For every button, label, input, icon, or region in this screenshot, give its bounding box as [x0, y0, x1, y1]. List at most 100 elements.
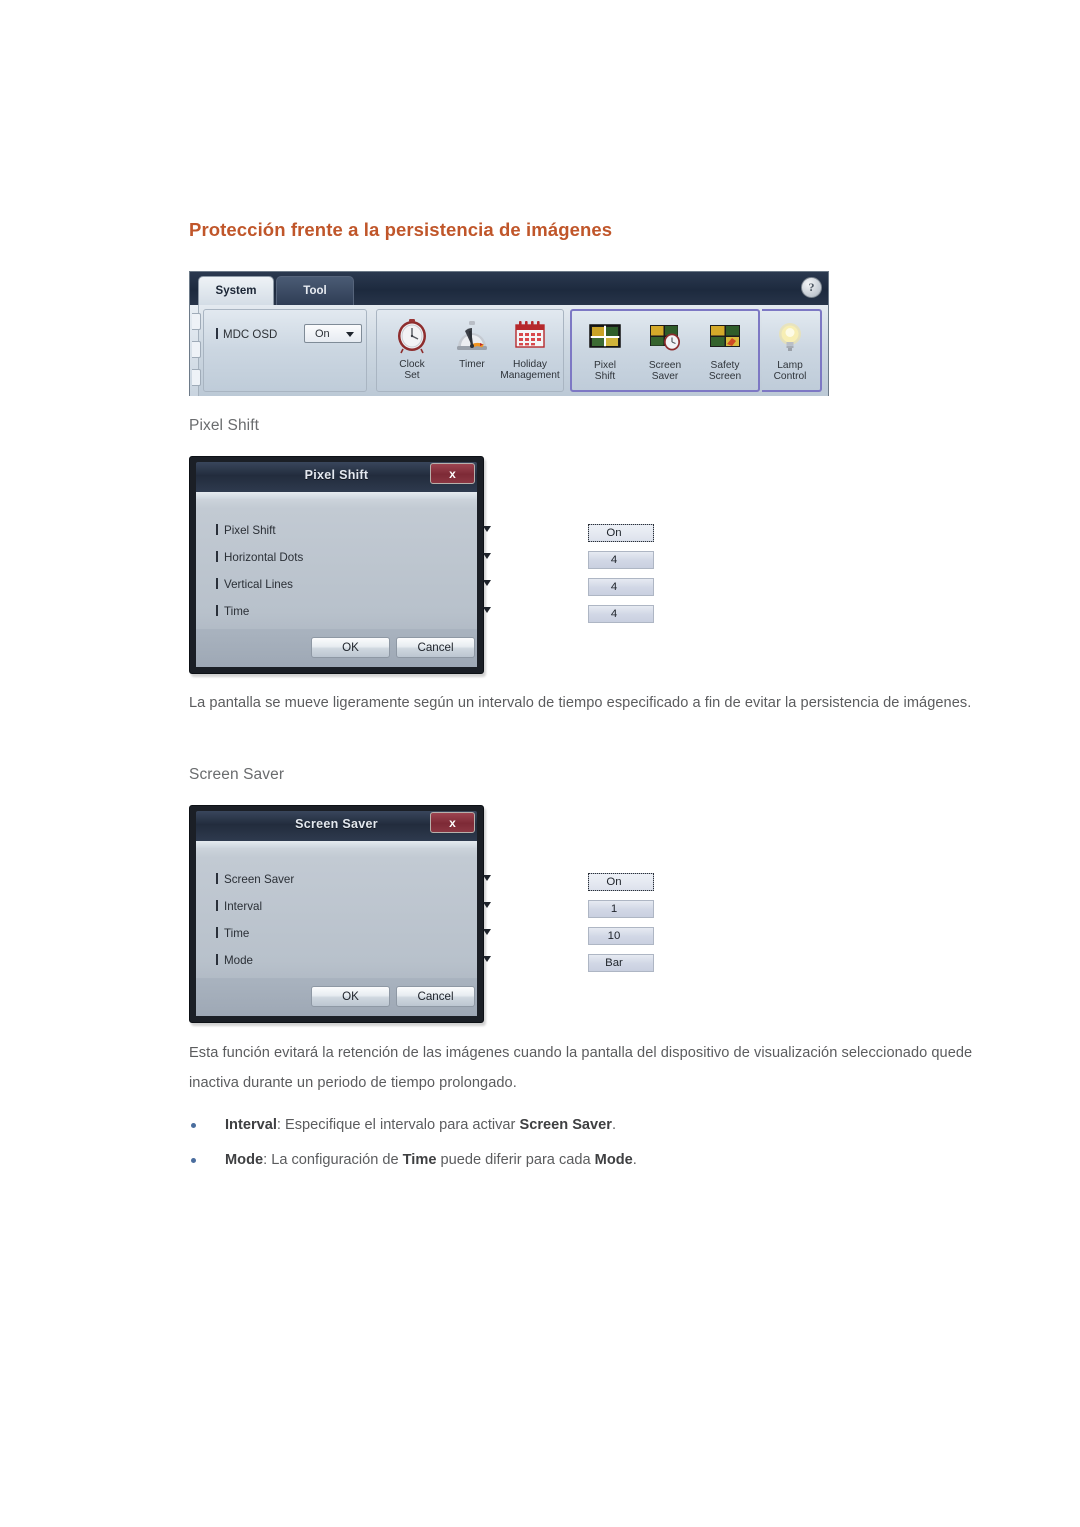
ribbon-group-time: Clock Set Timer Holiday Management	[376, 309, 564, 392]
combo-wrapper: 4	[392, 548, 654, 569]
tool-clock-set[interactable]: Clock Set	[383, 315, 441, 389]
ok-button-label: OK	[342, 990, 359, 1003]
field-label: Pixel Shift	[216, 524, 276, 537]
tool-lamp-control-label: Lamp Control	[773, 360, 807, 383]
ok-button[interactable]: OK	[311, 986, 390, 1007]
chevron-down-icon[interactable]	[483, 956, 491, 962]
dropdown-vertical-lines[interactable]: 4	[588, 578, 654, 596]
close-icon[interactable]: x	[430, 463, 475, 484]
dialog-screen-saver: Screen Saver x Screen Saver On Interval	[189, 805, 654, 1023]
paragraph-pixel-shift: La pantalla se mueve ligeramente según u…	[189, 695, 972, 711]
tab-tool-label: Tool	[303, 285, 327, 297]
dropdown-screen-saver[interactable]: On	[588, 873, 654, 891]
dropdown-value: On	[606, 527, 622, 539]
paragraph-screen-saver: Esta función evitará la retención de las…	[189, 1045, 973, 1091]
dropdown-value: 4	[610, 608, 618, 620]
help-icon-glyph: ?	[808, 280, 815, 294]
combo-wrapper: On	[392, 521, 654, 542]
field-screen-saver: Screen Saver On	[196, 867, 654, 894]
combo-wrapper: 10	[392, 924, 654, 945]
combo-wrapper: 1	[392, 897, 654, 918]
calendar-icon	[510, 317, 550, 357]
chevron-down-icon	[346, 332, 354, 337]
tool-pixel-shift-label: Pixel Shift	[593, 360, 617, 383]
dialog-title-bar: Pixel Shift x	[196, 462, 477, 492]
close-icon[interactable]: x	[430, 812, 475, 833]
edge-tab-2	[192, 341, 201, 358]
mdc-osd-label-text: MDC OSD	[223, 329, 278, 341]
list-item: Interval: Especifique el intervalo para …	[189, 1110, 949, 1145]
chevron-down-icon[interactable]	[483, 526, 491, 532]
close-icon-glyph: x	[449, 466, 456, 481]
tool-holiday-management-label: Holiday Management	[500, 359, 560, 382]
lamp-icon	[770, 318, 810, 358]
bullet-tick-icon	[216, 551, 218, 562]
mdc-ribbon-body: MDC OSD On Clock Set Timer Holiday Manag…	[190, 305, 828, 396]
cancel-button[interactable]: Cancel	[396, 637, 475, 658]
tool-lamp-control[interactable]: Lamp Control	[761, 316, 819, 390]
combo-wrapper: On	[392, 870, 654, 891]
section-heading-screen-saver: Screen Saver	[189, 766, 285, 783]
mdc-osd-dropdown[interactable]: On	[304, 324, 362, 343]
tool-screen-saver-label: Screen Saver	[648, 360, 682, 383]
chevron-down-icon[interactable]	[483, 580, 491, 586]
bullet-dot-icon	[191, 1158, 196, 1163]
timer-icon	[452, 317, 492, 357]
mdc-toolbar-screenshot: System Tool ? MDC OSD On Clock Set Timer…	[189, 271, 829, 396]
dropdown-value: 1	[610, 903, 618, 915]
dialog-footer: OK Cancel	[196, 978, 477, 1016]
field-label: Time	[216, 927, 249, 940]
tool-safety-screen[interactable]: Safety Screen	[696, 316, 754, 390]
tab-tool[interactable]: Tool	[276, 276, 354, 305]
cancel-button[interactable]: Cancel	[396, 986, 475, 1007]
list-item-text: Mode: La configuración de Time puede dif…	[225, 1152, 637, 1168]
help-icon[interactable]: ?	[801, 277, 822, 298]
dropdown-time[interactable]: 10	[588, 927, 654, 945]
mdc-tab-bar: System Tool ?	[190, 272, 828, 305]
field-vertical-lines: Vertical Lines 4	[196, 572, 654, 599]
dropdown-value: Bar	[605, 957, 623, 969]
tab-system[interactable]: System	[198, 276, 274, 305]
ribbon-group-mdc-osd: MDC OSD On	[203, 309, 367, 392]
field-time: Time 10	[196, 921, 654, 948]
tool-holiday-management[interactable]: Holiday Management	[499, 315, 561, 389]
bullet-tick-icon	[216, 328, 218, 339]
chevron-down-icon[interactable]	[483, 929, 491, 935]
bullet-tick-icon	[216, 873, 218, 884]
ok-button[interactable]: OK	[311, 637, 390, 658]
chevron-down-icon[interactable]	[483, 607, 491, 613]
dropdown-horizontal-dots[interactable]: 4	[588, 551, 654, 569]
field-label: Mode	[216, 954, 253, 967]
chevron-down-icon[interactable]	[483, 902, 491, 908]
safety-screen-icon	[705, 318, 745, 358]
tool-safety-screen-label: Safety Screen	[708, 360, 742, 383]
dropdown-time[interactable]: 4	[588, 605, 654, 623]
field-label: Time	[216, 605, 249, 618]
tool-pixel-shift[interactable]: Pixel Shift	[576, 316, 634, 390]
dialog-title-bar: Screen Saver x	[196, 811, 477, 841]
tool-timer[interactable]: Timer	[443, 315, 501, 389]
cancel-button-label: Cancel	[417, 990, 454, 1003]
dropdown-pixel-shift[interactable]: On	[588, 524, 654, 542]
dropdown-mode[interactable]: Bar	[588, 954, 654, 972]
dropdown-value: 4	[610, 554, 618, 566]
tool-screen-saver[interactable]: Screen Saver	[636, 316, 694, 390]
dropdown-interval[interactable]: 1	[588, 900, 654, 918]
dialog-footer: OK Cancel	[196, 629, 477, 667]
tool-clock-set-label: Clock Set	[399, 359, 425, 382]
document-page: Protección frente a la persistencia de i…	[0, 0, 1080, 1527]
bullet-tick-icon	[216, 578, 218, 589]
bullet-list: Interval: Especifique el intervalo para …	[189, 1110, 949, 1180]
list-item: Mode: La configuración de Time puede dif…	[189, 1145, 949, 1180]
edge-tab-1	[192, 313, 201, 330]
clock-icon	[392, 317, 432, 357]
chevron-down-icon[interactable]	[483, 553, 491, 559]
mdc-osd-value: On	[315, 327, 330, 340]
mdc-osd-label: MDC OSD	[216, 328, 277, 341]
chevron-down-icon[interactable]	[483, 875, 491, 881]
bullet-tick-icon	[216, 524, 218, 535]
field-label: Interval	[216, 900, 262, 913]
dialog-body: Pixel Shift On Horizontal Dots 4 Vertica…	[196, 492, 654, 629]
bullet-tick-icon	[216, 954, 218, 965]
field-label: Horizontal Dots	[216, 551, 303, 564]
